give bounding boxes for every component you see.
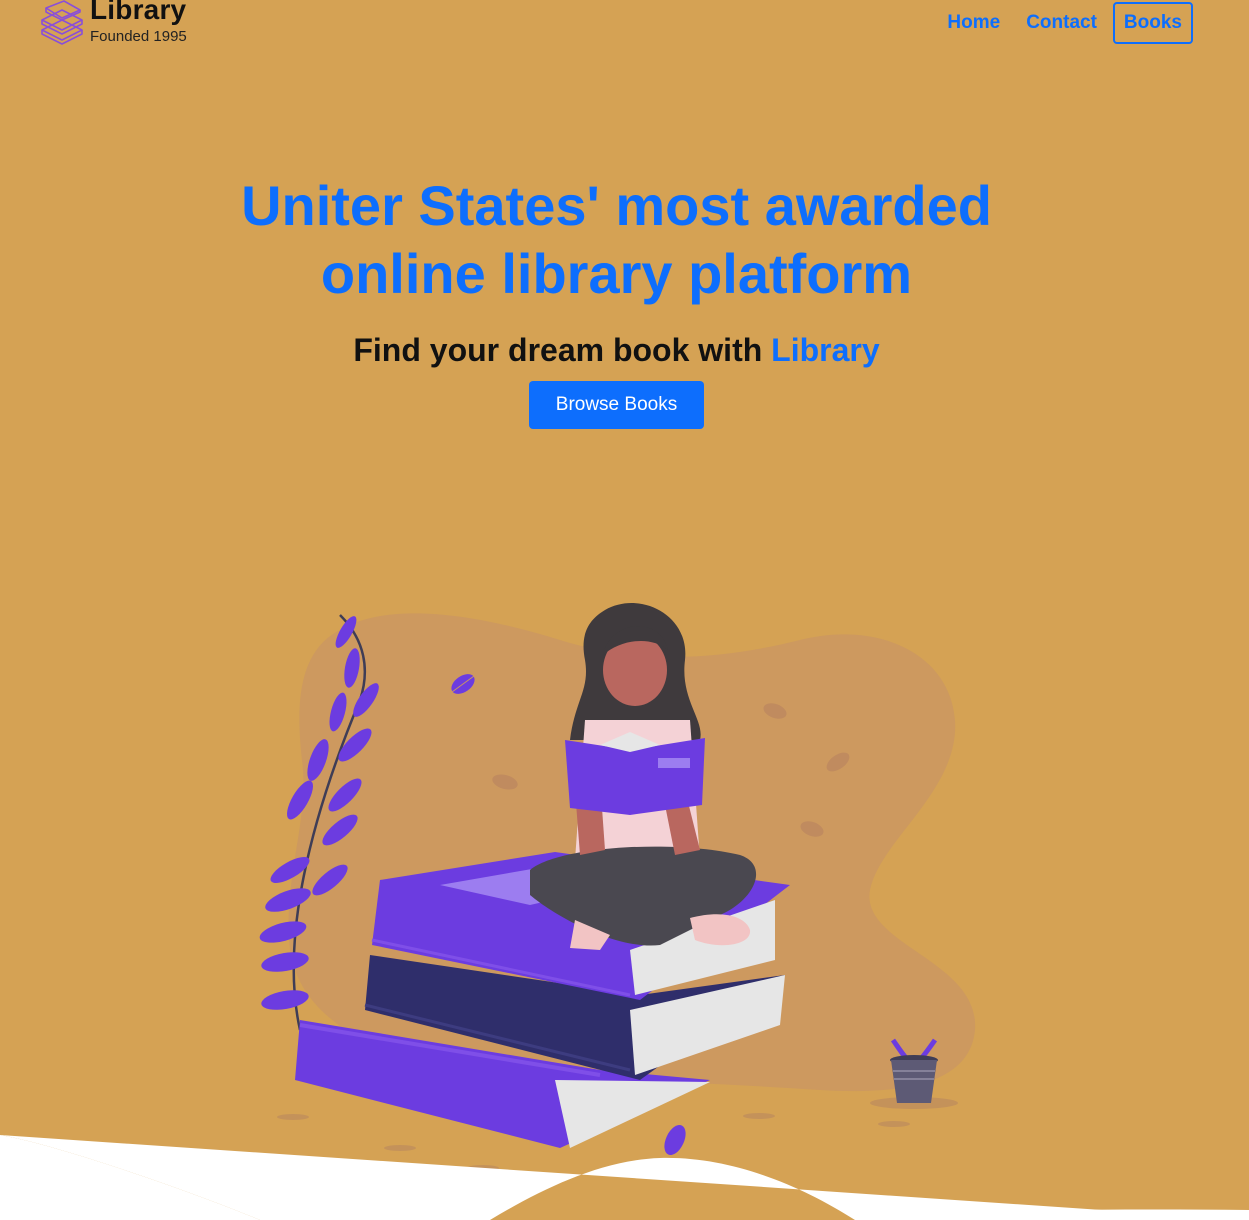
woman-reading-on-books-illustration <box>0 603 1249 1220</box>
